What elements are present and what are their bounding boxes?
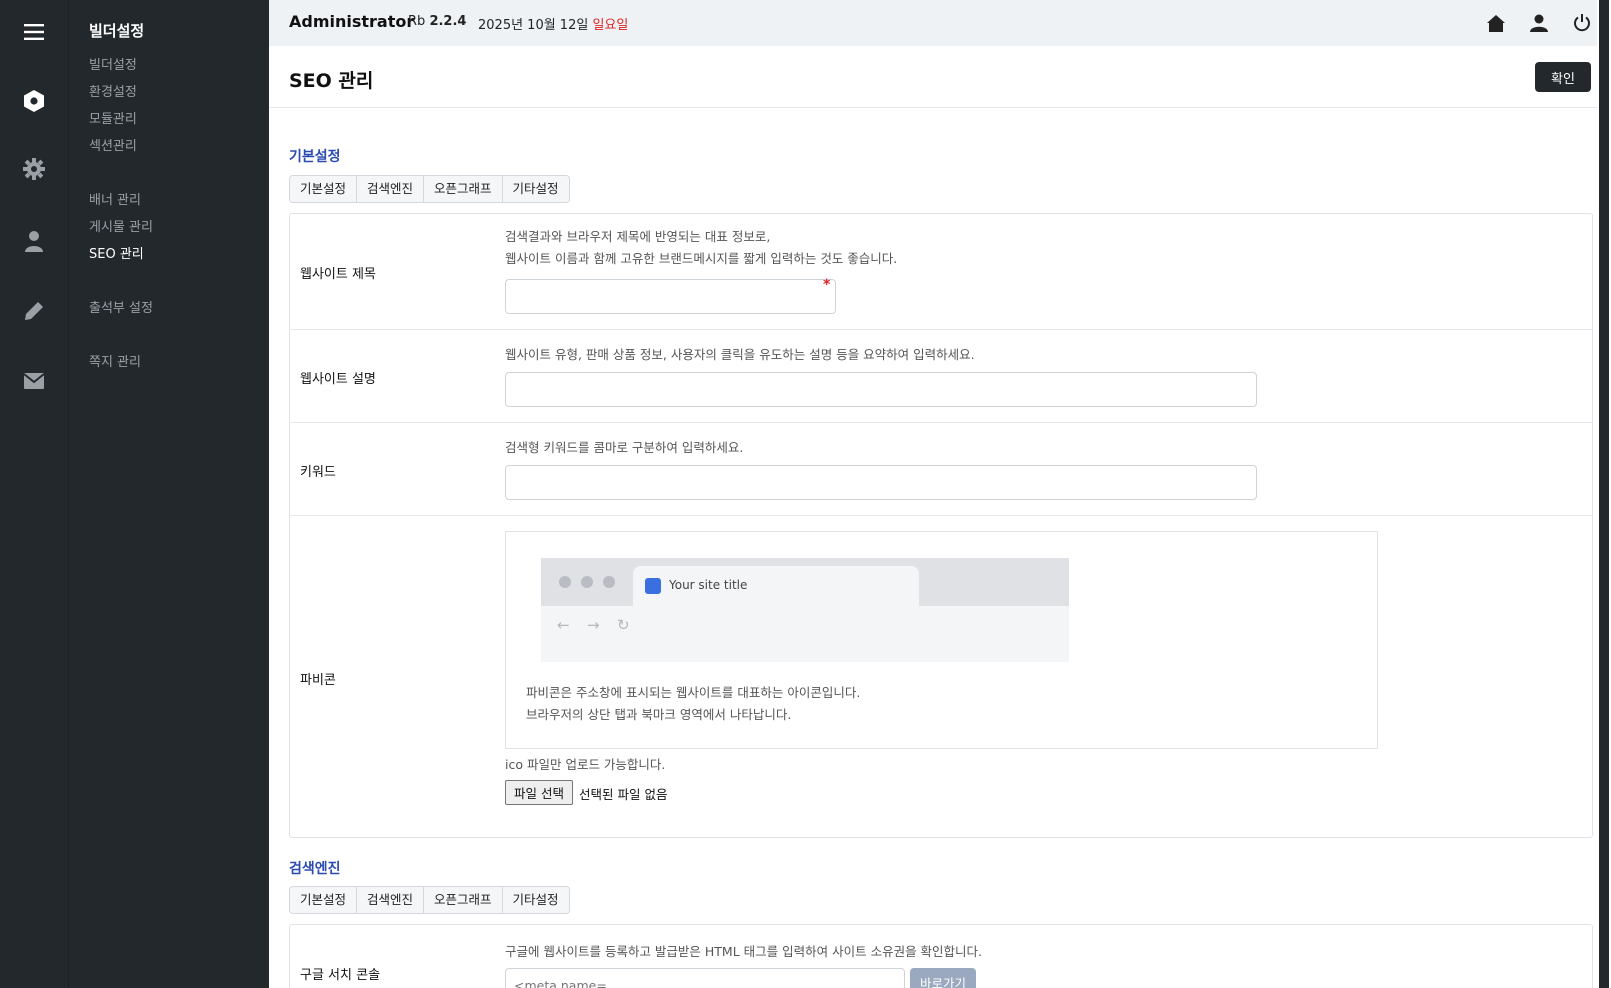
forward-arrow-icon: → <box>587 616 600 634</box>
site-description-label: 웹사이트 설명 <box>300 372 376 387</box>
mail-icon[interactable] <box>22 369 46 393</box>
weekday: 일요일 <box>592 18 629 33</box>
tab-basic[interactable]: 기본설정 <box>290 887 358 913</box>
browser-tab-title: Your site title <box>669 578 748 592</box>
user-icon[interactable] <box>22 229 46 253</box>
keywords-help: 검색형 키워드를 콤마로 구분하여 입력하세요. <box>505 440 744 455</box>
tab-open-graph[interactable]: 오픈그래프 <box>424 176 503 202</box>
tab-basic[interactable]: 기본설정 <box>290 176 358 202</box>
submenu-item-builder[interactable]: 빌더설정 <box>89 54 137 73</box>
site-description-help: 웹사이트 유형, 판매 상품 정보, 사용자의 클릭을 유도하는 설명 등을 요… <box>505 347 975 362</box>
window-dot <box>581 576 593 588</box>
site-title-label: 웹사이트 제목 <box>300 267 376 282</box>
submenu-title: 빌더설정 <box>89 22 145 40</box>
gear-icon[interactable] <box>22 157 46 181</box>
section-tabs-search: 기본설정 검색엔진 오픈그래프 기타설정 <box>289 886 570 914</box>
tab-etc[interactable]: 기타설정 <box>502 176 569 202</box>
home-icon[interactable] <box>1485 12 1507 34</box>
submenu: 빌더설정 빌더설정 환경설정 모듈관리 섹션관리 배너 관리 게시물 관리 SE… <box>69 0 269 988</box>
keywords-input[interactable] <box>505 465 1257 500</box>
submenu-item-modules[interactable]: 모듈관리 <box>89 108 137 127</box>
section-title-basic: 기본설정 <box>289 149 341 165</box>
icon-rail <box>0 0 69 988</box>
submenu-item-attendance[interactable]: 출석부 설정 <box>89 297 153 316</box>
confirm-button[interactable]: 확인 <box>1535 62 1591 92</box>
window-dot <box>559 576 571 588</box>
keywords-row: 키워드 검색형 키워드를 콤마로 구분하여 입력하세요. <box>290 423 1592 516</box>
favicon-upload-help: ico 파일만 업로드 가능합니다. <box>505 757 666 772</box>
tab-search-engine[interactable]: 검색엔진 <box>357 887 425 913</box>
submenu-item-messages[interactable]: 쪽지 관리 <box>89 351 141 370</box>
admin-name: Administrator <box>289 12 415 31</box>
window-dot <box>603 576 615 588</box>
submenu-item-posts[interactable]: 게시물 관리 <box>89 216 153 235</box>
menu-icon[interactable] <box>22 20 46 44</box>
tab-search-engine[interactable]: 검색엔진 <box>357 176 425 202</box>
site-title-input[interactable] <box>505 279 836 314</box>
section-title-search: 검색엔진 <box>289 861 341 877</box>
page-header: SEO 관리 확인 <box>269 46 1597 108</box>
favicon-description: 파비콘은 주소창에 표시되는 웹사이트를 대표하는 아이콘입니다. 브라우저의 … <box>526 685 861 722</box>
site-description-input[interactable] <box>505 372 1257 407</box>
file-status: 선택된 파일 없음 <box>579 787 668 802</box>
favicon-square-icon <box>645 578 661 594</box>
google-search-console-row: 구글 서치 콘솔 구글에 웹사이트를 등록하고 발급받은 HTML 태그를 입력… <box>290 925 1592 988</box>
browser-mockup: Your site title ← → ↻ <box>541 558 1069 662</box>
favicon-label: 파비콘 <box>300 673 336 688</box>
google-verification-input[interactable] <box>505 968 905 988</box>
submenu-item-sections[interactable]: 섹션관리 <box>89 135 137 154</box>
back-arrow-icon: ← <box>557 616 570 634</box>
required-mark: * <box>823 277 831 293</box>
reload-icon: ↻ <box>617 616 630 634</box>
power-icon[interactable] <box>1571 12 1593 34</box>
google-search-console-help: 구글에 웹사이트를 등록하고 발급받은 HTML 태그를 입력하여 사이트 소유… <box>505 944 983 959</box>
keywords-label: 키워드 <box>300 465 336 480</box>
google-search-console-label: 구글 서치 콘솔 <box>300 968 381 983</box>
submenu-item-seo[interactable]: SEO 관리 <box>89 243 144 262</box>
go-button[interactable]: 바로가기 <box>910 968 977 988</box>
current-date: 2025년 10월 12일 일요일 <box>478 18 629 33</box>
scrollbar-thumb[interactable] <box>1599 0 1609 988</box>
tab-etc[interactable]: 기타설정 <box>502 887 569 913</box>
site-title-help: 검색결과와 브라우저 제목에 반영되는 대표 정보로, 웹사이트 이름과 함께 … <box>505 229 898 266</box>
section-tabs-basic: 기본설정 검색엔진 오픈그래프 기타설정 <box>289 175 570 203</box>
version-label: Rb 2.2.4 <box>408 14 467 29</box>
favicon-row: 파비콘 Your site title ← → ↻ 파비콘은 주소창에 표시되는… <box>290 516 1592 839</box>
search-engine-card: 구글 서치 콘솔 구글에 웹사이트를 등록하고 발급받은 HTML 태그를 입력… <box>289 924 1593 988</box>
site-description-row: 웹사이트 설명 웹사이트 유형, 판매 상품 정보, 사용자의 클릭을 유도하는… <box>290 330 1592 423</box>
hexagon-icon[interactable] <box>22 89 46 113</box>
top-bar: Administrator Rb 2.2.4 2025년 10월 12일 일요일 <box>269 0 1597 46</box>
favicon-preview: Your site title ← → ↻ 파비콘은 주소창에 표시되는 웹사이… <box>505 531 1378 749</box>
submenu-item-banners[interactable]: 배너 관리 <box>89 189 141 208</box>
site-title-row: 웹사이트 제목 검색결과와 브라우저 제목에 반영되는 대표 정보로, 웹사이트… <box>290 214 1592 330</box>
scrollbar[interactable] <box>1597 0 1611 988</box>
user-icon[interactable] <box>1528 12 1550 34</box>
basic-settings-card: 웹사이트 제목 검색결과와 브라우저 제목에 반영되는 대표 정보로, 웹사이트… <box>289 213 1593 838</box>
submenu-item-environment[interactable]: 환경설정 <box>89 81 137 100</box>
browser-tab: Your site title <box>633 566 919 606</box>
tab-open-graph[interactable]: 오픈그래프 <box>424 887 503 913</box>
pencil-icon[interactable] <box>22 299 46 323</box>
page-title: SEO 관리 <box>289 70 374 92</box>
file-select-button[interactable]: 파일 선택 <box>505 780 573 805</box>
